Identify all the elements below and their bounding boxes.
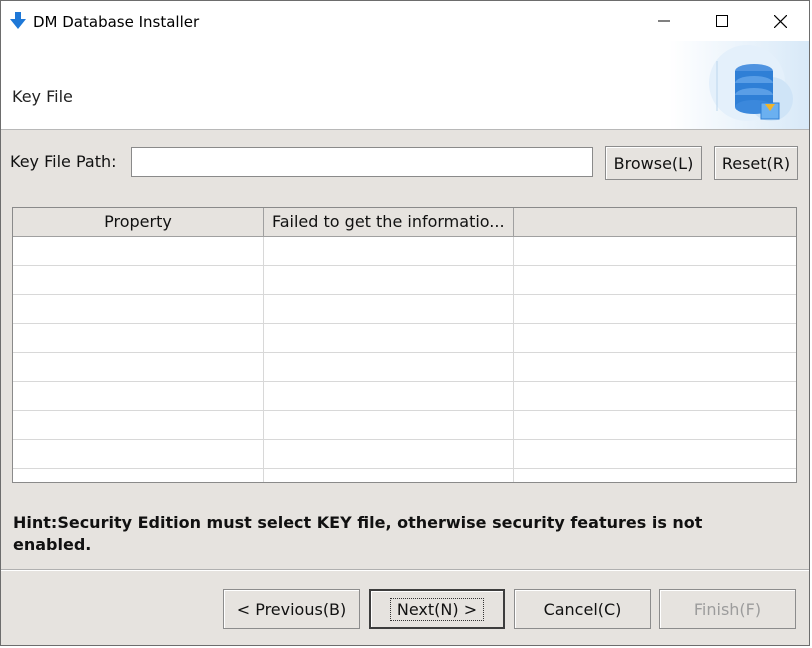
column-header-info[interactable]: Failed to get the informatio...: [264, 208, 514, 236]
key-file-path-input[interactable]: [131, 147, 593, 177]
table-cell: [514, 440, 796, 468]
previous-button[interactable]: < Previous(B): [223, 589, 360, 629]
table-cell: [13, 411, 264, 439]
close-icon: [773, 14, 787, 28]
minimize-icon: [658, 20, 670, 22]
page-title: Key File: [12, 87, 73, 106]
table-cell: [514, 469, 796, 482]
table-cell: [13, 266, 264, 294]
download-arrow-icon: [10, 12, 26, 29]
cancel-button[interactable]: Cancel(C): [514, 589, 651, 629]
table-cell: [514, 353, 796, 381]
table-cell: [264, 469, 514, 482]
minimize-button[interactable]: [635, 1, 693, 41]
title-bar[interactable]: DM Database Installer: [1, 1, 809, 41]
installer-window: DM Database Installer Key File Key File …: [0, 0, 810, 646]
table-row[interactable]: [13, 237, 796, 266]
security-hint: Hint:Security Edition must select KEY fi…: [13, 513, 703, 554]
table-row[interactable]: [13, 440, 796, 469]
footer-divider: [1, 569, 809, 571]
table-cell: [514, 295, 796, 323]
browse-button[interactable]: Browse(L): [605, 146, 702, 180]
table-cell: [13, 237, 264, 265]
table-row[interactable]: [13, 411, 796, 440]
key-info-table[interactable]: Property Failed to get the informatio...: [12, 207, 797, 483]
database-icon: [669, 41, 809, 129]
column-header-property[interactable]: Property: [13, 208, 264, 236]
table-cell: [13, 353, 264, 381]
table-cell: [514, 266, 796, 294]
table-cell: [13, 382, 264, 410]
table-cell: [514, 411, 796, 439]
table-cell: [264, 382, 514, 410]
table-row[interactable]: [13, 324, 796, 353]
table-cell: [13, 295, 264, 323]
table-cell: [264, 411, 514, 439]
table-cell: [514, 324, 796, 352]
page-header: Key File: [1, 41, 809, 130]
table-cell: [264, 295, 514, 323]
table-cell: [264, 440, 514, 468]
table-row[interactable]: [13, 295, 796, 324]
maximize-icon: [716, 15, 728, 27]
close-button[interactable]: [751, 1, 809, 41]
table-cell: [264, 237, 514, 265]
table-cell: [514, 382, 796, 410]
table-row[interactable]: [13, 266, 796, 295]
finish-button[interactable]: Finish(F): [659, 589, 796, 629]
key-file-path-label: Key File Path:: [10, 152, 117, 171]
table-header: Property Failed to get the informatio...: [13, 208, 796, 237]
table-cell: [264, 324, 514, 352]
table-cell: [13, 469, 264, 482]
next-button[interactable]: Next(N) >: [369, 589, 505, 629]
window-title: DM Database Installer: [33, 13, 200, 31]
table-cell: [514, 237, 796, 265]
maximize-button[interactable]: [693, 1, 751, 41]
table-cell: [13, 324, 264, 352]
reset-button[interactable]: Reset(R): [714, 146, 798, 180]
table-row[interactable]: [13, 382, 796, 411]
table-row[interactable]: [13, 353, 796, 382]
table-cell: [264, 353, 514, 381]
table-cell: [13, 440, 264, 468]
next-button-label: Next(N) >: [389, 597, 485, 621]
table-cell: [264, 266, 514, 294]
table-row[interactable]: [13, 469, 796, 482]
